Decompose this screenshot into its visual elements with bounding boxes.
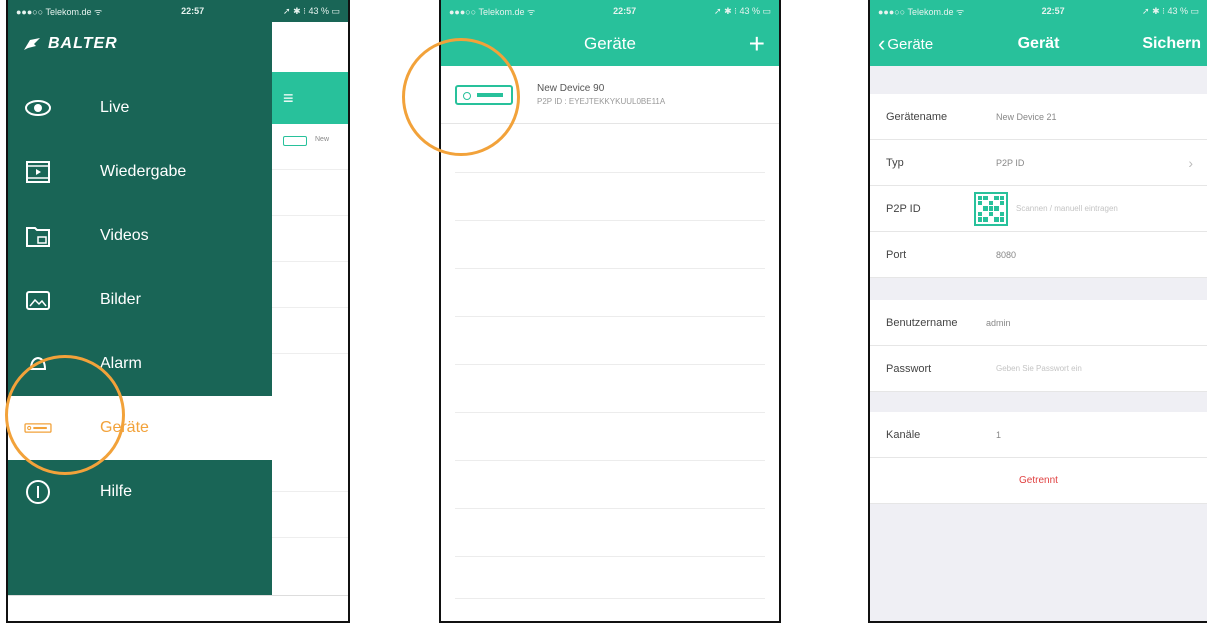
list-item	[267, 170, 348, 216]
battery-indicator: ➚ ✱ ⁝ 43 % ▭	[714, 5, 771, 16]
menu-item-label: Bilder	[100, 291, 141, 308]
divider	[455, 220, 765, 221]
field-label: Gerätename	[886, 110, 948, 123]
connection-status: Getrennt	[870, 458, 1207, 504]
highlight-circle	[5, 355, 125, 475]
field-placeholder: Geben Sie Passwort ein	[996, 364, 1082, 373]
menu-item-live[interactable]: Live	[8, 76, 272, 140]
divider	[455, 364, 765, 365]
brand-logo: BALTER	[22, 32, 118, 56]
list-item	[267, 354, 348, 400]
divider	[455, 508, 765, 509]
field-label: Port	[886, 248, 907, 261]
list-item	[267, 216, 348, 262]
bird-logo-icon	[24, 38, 40, 50]
field-label: Passwort	[886, 362, 932, 375]
screen-device-form: ●●●○○ Telekom.de ᯤ 22:57 ➚ ✱ ⁝ 43 % ▭ Ge…	[868, 0, 1207, 623]
divider	[455, 316, 765, 317]
menu-item-videos[interactable]: Videos	[8, 204, 272, 268]
menu-item-label: Alarm	[100, 355, 142, 372]
field-placeholder: Scannen / manuell eintragen	[1016, 204, 1118, 213]
field-value: New Device 21	[996, 111, 1057, 122]
device-info: New Device 90 P2P ID : EYEJTEKKYKUUL0BE1…	[537, 83, 665, 106]
add-device-button[interactable]: +	[749, 28, 765, 60]
menu-toggle-icon[interactable]: ≡	[267, 72, 348, 124]
info-icon	[24, 479, 52, 505]
chevron-left-icon: ‹	[878, 31, 886, 56]
status-bar: ●●●○○ Telekom.de ᯤ 22:57 ➚ ✱ ⁝ 43 % ▭	[8, 0, 348, 22]
clock: 22:57	[613, 6, 637, 16]
qr-scan-icon[interactable]	[974, 191, 1008, 226]
brand-name: BALTER	[48, 35, 118, 52]
carrier-label: ●●●○○ Telekom.de ᯤ	[16, 6, 103, 17]
divider	[455, 172, 765, 173]
battery-indicator: ➚ ✱ ⁝ 43 % ▭	[283, 5, 340, 16]
field-label: Typ	[886, 156, 904, 169]
device-name-truncated: New	[315, 136, 330, 143]
port-field[interactable]: Port 8080	[870, 232, 1207, 278]
carrier-label: ●●●○○ Telekom.de ᯤ	[878, 6, 965, 17]
save-button[interactable]: Sichern	[1142, 35, 1201, 53]
field-value: P2P ID	[996, 157, 1025, 168]
field-value: 1	[996, 429, 1002, 440]
menu-item-label: Videos	[100, 227, 149, 244]
back-button[interactable]: ‹ Geräte	[878, 31, 933, 57]
divider	[455, 598, 765, 599]
menu-item-label: Live	[100, 99, 130, 116]
field-value: 8080	[996, 249, 1017, 260]
clock: 22:57	[1041, 6, 1065, 16]
nav-bar: Gerät ‹ Geräte Sichern	[870, 22, 1207, 66]
password-field[interactable]: Passwort Geben Sie Passwort ein	[870, 346, 1207, 392]
field-value: admin	[986, 317, 1011, 328]
back-label: Geräte	[887, 35, 934, 53]
highlight-circle	[402, 38, 520, 156]
menu-item-bilder[interactable]: Bilder	[8, 268, 272, 332]
divider	[455, 460, 765, 461]
eye-icon	[24, 95, 52, 121]
status-bar: ●●●○○ Telekom.de ᯤ 22:57 ➚ ✱ ⁝ 43 % ▭	[441, 0, 779, 22]
videos-folder-icon	[24, 223, 52, 249]
device-icon	[283, 136, 307, 146]
p2p-id-field[interactable]: P2P ID Scannen / manuell eintragen	[870, 186, 1207, 232]
list-item[interactable]: New	[267, 124, 348, 170]
divider	[455, 556, 765, 557]
screen-side-menu: ●●●○○ Telekom.de ᯤ 22:57 ➚ ✱ ⁝ 43 % ▭ ≡ …	[6, 0, 350, 623]
bottom-bar	[8, 595, 348, 621]
list-item	[267, 308, 348, 354]
battery-indicator: ➚ ✱ ⁝ 43 % ▭	[1142, 5, 1199, 16]
list-item	[267, 262, 348, 308]
status-bar: ●●●○○ Telekom.de ᯤ 22:57 ➚ ✱ ⁝ 43 % ▭	[870, 0, 1207, 22]
chevron-right-icon: ›	[1188, 154, 1193, 171]
field-label: Kanäle	[886, 428, 921, 441]
device-name: New Device 90	[537, 83, 605, 94]
carrier-label: ●●●○○ Telekom.de ᯤ	[449, 6, 536, 17]
device-id: P2P ID : EYEJTEKKYKUUL0BE11A	[537, 97, 666, 106]
divider	[455, 412, 765, 413]
menu-item-label: Hilfe	[100, 483, 133, 500]
field-label: P2P ID	[886, 202, 921, 215]
pictures-icon	[24, 287, 52, 313]
field-label: Benutzername	[886, 316, 958, 329]
side-menu: BALTER Live Wiedergabe Videos Bilder Ala…	[8, 22, 348, 621]
page-title: Geräte	[584, 34, 636, 53]
playback-icon	[24, 159, 52, 185]
device-list-behind-menu: ≡ New	[266, 72, 348, 548]
divider	[455, 268, 765, 269]
type-select[interactable]: Typ P2P ID ›	[870, 140, 1207, 186]
username-field[interactable]: Benutzername admin	[870, 300, 1207, 346]
list-item	[267, 492, 348, 538]
menu-item-label: Wiedergabe	[100, 163, 187, 180]
channels-field[interactable]: Kanäle 1	[870, 412, 1207, 458]
clock: 22:57	[181, 6, 205, 16]
menu-item-wiedergabe[interactable]: Wiedergabe	[8, 140, 272, 204]
device-name-field[interactable]: Gerätename New Device 21	[870, 94, 1207, 140]
